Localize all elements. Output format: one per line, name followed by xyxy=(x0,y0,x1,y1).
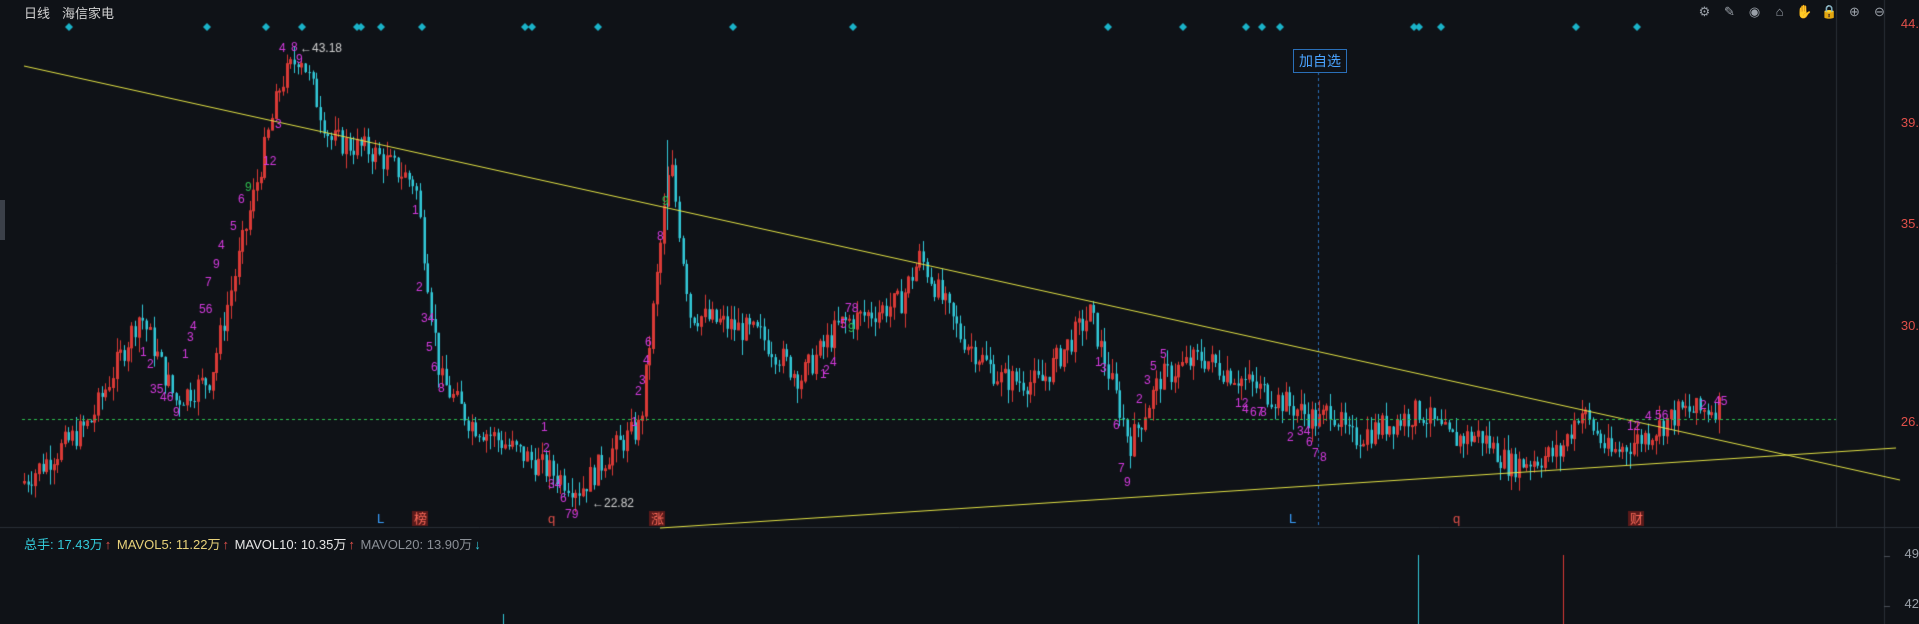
price-axis-label: 35. xyxy=(1900,216,1919,231)
price-axis-label: 26. xyxy=(1900,414,1919,429)
chart-header: 日线 海信家电 ⚙ ✎ ◉ ⌂ ✋ 🔒 ⊕ ⊖ xyxy=(0,0,1919,22)
mavol5: MAVOL5: 11.22万 xyxy=(116,537,221,552)
zoom-out-icon[interactable]: ⊖ xyxy=(1870,2,1889,21)
hand-icon[interactable]: ✋ xyxy=(1795,2,1814,21)
brush-icon[interactable]: ✎ xyxy=(1720,2,1739,21)
chart-toolbar: ⚙ ✎ ◉ ⌂ ✋ 🔒 ⊕ ⊖ xyxy=(1695,2,1889,21)
stock-name: 海信家电 xyxy=(62,6,115,21)
settings-icon[interactable]: ⚙ xyxy=(1695,2,1714,21)
zoom-in-icon[interactable]: ⊕ xyxy=(1845,2,1864,21)
price-axis-label: 44. xyxy=(1900,16,1919,31)
mavol20: MAVOL20: 13.90万 xyxy=(360,537,473,552)
add-to-watchlist-button[interactable]: 加自选 xyxy=(1293,49,1347,73)
eye-icon[interactable]: ◉ xyxy=(1745,2,1764,21)
price-axis-label: 30. xyxy=(1900,318,1919,333)
price-axis-label: 39. xyxy=(1900,115,1919,130)
lock-icon[interactable]: 🔒 xyxy=(1820,2,1839,21)
total-volume: 总手: 17.43万 xyxy=(24,537,103,552)
left-edge-handle[interactable] xyxy=(0,200,5,240)
volume-legend: 总手: 17.43万 ↑ MAVOL5: 11.22万 ↑ MAVOL10: 10.… xyxy=(24,537,481,552)
basket-icon[interactable]: ⌂ xyxy=(1770,2,1789,21)
mavol10: MAVOL10: 10.35万 xyxy=(234,537,347,552)
volume-axis-label: 49 xyxy=(1904,546,1919,561)
period-label[interactable]: 日线 xyxy=(24,3,50,22)
kline-chart[interactable] xyxy=(0,0,1919,624)
volume-axis-label: 42 xyxy=(1904,596,1919,611)
